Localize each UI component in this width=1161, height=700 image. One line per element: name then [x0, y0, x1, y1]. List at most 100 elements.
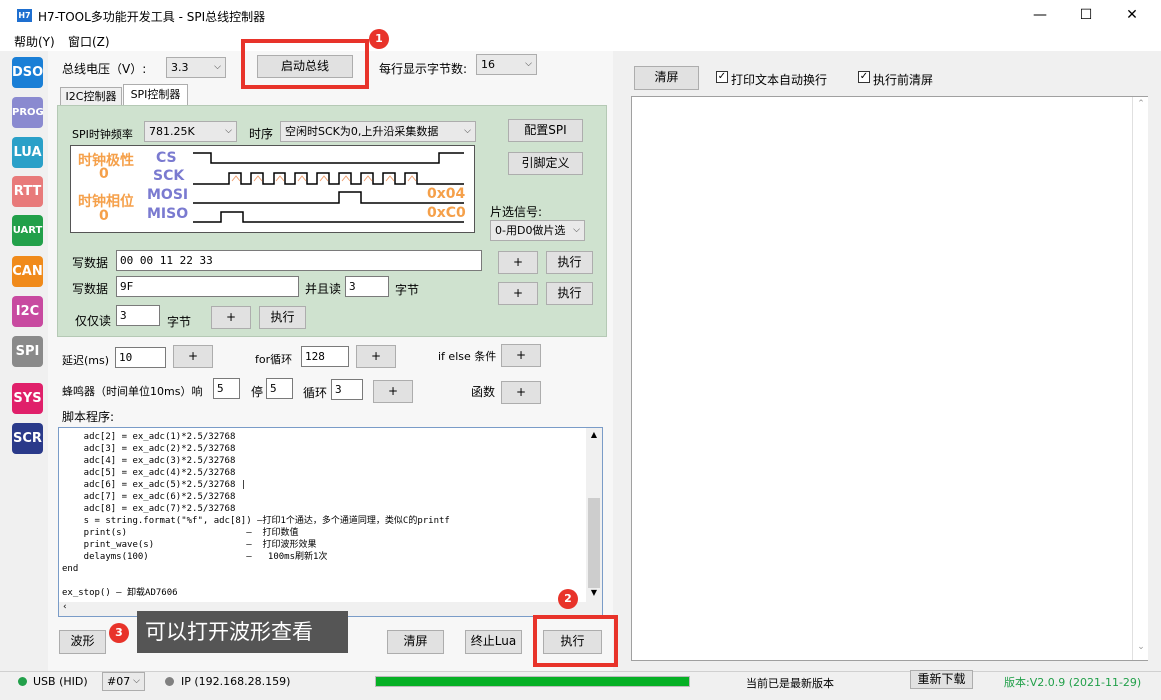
scroll-up-icon[interactable]: ▲ — [586, 430, 602, 440]
func-label: 函数 — [471, 385, 496, 399]
for-input[interactable]: 128 — [301, 346, 349, 367]
write-label: 写数据 — [72, 256, 109, 270]
script-label: 脚本程序: — [62, 410, 115, 424]
badge-3: 3 — [109, 623, 129, 643]
bytes-per-line-value: 16 — [481, 58, 495, 71]
clear-script-button[interactable]: 清屏 — [387, 630, 444, 654]
voltage-select[interactable]: 3.3 ⌵ — [166, 57, 226, 78]
output-area[interactable]: ⌃ ⌄ — [631, 96, 1148, 661]
buzzer-loop-input[interactable]: 3 — [331, 379, 363, 400]
sidebar-sys-button[interactable]: SYS — [12, 383, 43, 414]
highlight-box-2 — [533, 615, 618, 667]
for-label: for循环 — [255, 353, 293, 366]
write2-data-input[interactable]: 9F — [116, 276, 299, 297]
chevron-down-icon: ⌵ — [225, 126, 232, 136]
and-read-label: 并且读 — [305, 282, 342, 296]
bytes-per-line-label: 每行显示字节数: — [379, 62, 468, 76]
read-only-exec-button[interactable]: 执行 — [259, 306, 306, 329]
sidebar-dso-button[interactable]: DSO — [12, 57, 43, 88]
scroll-up-icon[interactable]: ⌃ — [1133, 99, 1149, 109]
tab-spi[interactable]: SPI控制器 — [123, 84, 188, 106]
buzzer-off-input[interactable]: 5 — [266, 378, 293, 399]
and-read-input[interactable]: 3 — [345, 276, 389, 297]
scroll-left-icon[interactable]: ‹ — [63, 602, 67, 612]
func-plus-button[interactable]: + — [501, 381, 541, 404]
read-only-label: 仅仅读 — [75, 314, 112, 328]
config-spi-button[interactable]: 配置SPI — [508, 119, 583, 142]
read-only-plus-button[interactable]: + — [211, 306, 251, 329]
sidebar-uart-button[interactable]: UART — [12, 215, 43, 246]
voltage-value: 3.3 — [171, 61, 189, 74]
sidebar-spi-button[interactable]: SPI — [12, 336, 43, 367]
menu-bar — [0, 31, 1161, 51]
write2-exec-button[interactable]: 执行 — [546, 282, 593, 305]
bytes-per-line-select[interactable]: 16 ⌵ — [476, 54, 537, 75]
cs-signal-select[interactable]: 0-用D0做片选 ⌵ — [490, 220, 585, 241]
ifelse-plus-button[interactable]: + — [501, 344, 541, 367]
highlight-box-1 — [241, 39, 369, 89]
spi-clock-label: SPI时钟频率 — [72, 128, 133, 141]
device-select[interactable]: #07 ⌵ — [102, 672, 145, 691]
chevron-down-icon: ⌵ — [464, 126, 471, 136]
app-icon: H7 — [17, 9, 32, 22]
write-exec-button[interactable]: 执行 — [546, 251, 593, 274]
read-only-unit: 字节 — [167, 315, 192, 329]
stop-lua-button[interactable]: 终止Lua — [465, 630, 522, 654]
maximize-button[interactable]: ☐ — [1063, 0, 1109, 31]
window-title: H7-TOOL多功能开发工具 - SPI总线控制器 — [38, 10, 266, 24]
script-editor[interactable]: adc[2] = ex_adc(1)*2.5/32768 adc[3] = ex… — [58, 427, 603, 617]
sidebar-lua-button[interactable]: LUA — [12, 137, 43, 168]
sidebar-rtt-button[interactable]: RTT — [12, 176, 43, 207]
sidebar-scr-button[interactable]: SCR — [12, 423, 43, 454]
sidebar-i2c-button[interactable]: I2C — [12, 296, 43, 327]
pin-def-button[interactable]: 引脚定义 — [508, 152, 583, 175]
delay-input[interactable]: 10 — [115, 347, 166, 368]
chevron-down-icon: ⌵ — [525, 59, 532, 69]
cs-signal-label: 片选信号: — [490, 205, 543, 219]
read-only-input[interactable]: 3 — [116, 305, 160, 326]
menu-window[interactable]: 窗口(Z) — [68, 33, 110, 50]
auto-wrap-checkbox[interactable]: ✓ — [716, 71, 728, 83]
write-data-input[interactable]: 00 00 11 22 33 — [116, 250, 482, 271]
timing-select[interactable]: 空闲时SCK为0,上升沿采集数据 ⌵ — [280, 121, 476, 142]
script-vscroll-thumb[interactable] — [588, 498, 600, 588]
for-plus-button[interactable]: + — [356, 345, 396, 368]
delay-plus-button[interactable]: + — [173, 345, 213, 368]
close-button[interactable]: ✕ — [1109, 0, 1155, 31]
sidebar-prog-button[interactable]: PROG — [12, 97, 44, 128]
output-vscrollbar[interactable]: ⌃ ⌄ — [1132, 97, 1148, 660]
spi-clock-select[interactable]: 781.25K ⌵ — [144, 121, 237, 142]
chevron-down-icon: ⌵ — [573, 225, 580, 235]
sidebar-can-button[interactable]: CAN — [12, 256, 43, 287]
redownload-button[interactable]: 重新下载 — [910, 670, 973, 689]
timing-value: 空闲时SCK为0,上升沿采集数据 — [285, 125, 439, 138]
timing-label: 时序 — [249, 127, 274, 141]
and-read-unit: 字节 — [395, 283, 420, 297]
clear-before-checkbox[interactable]: ✓ — [858, 71, 870, 83]
delay-label: 延迟(ms) — [62, 354, 110, 367]
chevron-down-icon: ⌵ — [214, 62, 221, 72]
buzzer-plus-button[interactable]: + — [373, 380, 413, 403]
minimize-button[interactable]: — — [1017, 0, 1063, 31]
title-bar: H7 H7-TOOL多功能开发工具 - SPI总线控制器 — ☐ ✕ — [0, 0, 1161, 31]
scroll-down-icon[interactable]: ▼ — [586, 588, 602, 598]
menu-help[interactable]: 帮助(Y) — [14, 33, 55, 50]
script-vscrollbar[interactable]: ▲ ▼ — [586, 428, 602, 616]
ip-status-dot — [165, 677, 174, 686]
usb-status: USB (HID) — [33, 675, 88, 688]
write-plus-button[interactable]: + — [498, 251, 538, 274]
wave-button[interactable]: 波形 — [59, 630, 106, 654]
clear-output-button[interactable]: 清屏 — [634, 66, 699, 90]
chevron-down-icon: ⌵ — [133, 676, 140, 686]
scroll-down-icon[interactable]: ⌄ — [1133, 642, 1149, 652]
buzzer-stop-label: 停 — [251, 385, 264, 399]
cs-signal-value: 0-用D0做片选 — [495, 224, 566, 237]
tab-i2c[interactable]: I2C控制器 — [60, 87, 122, 106]
clear-before-label: 执行前清屏 — [873, 73, 934, 87]
ifelse-label: if else 条件 — [438, 350, 497, 363]
buzzer-on-input[interactable]: 5 — [213, 378, 240, 399]
buzzer-label: 蜂鸣器（时间单位10ms）响 — [62, 385, 203, 398]
script-text[interactable]: adc[2] = ex_adc(1)*2.5/32768 adc[3] = ex… — [62, 431, 450, 599]
spi-clock-value: 781.25K — [149, 125, 195, 138]
write2-plus-button[interactable]: + — [498, 282, 538, 305]
